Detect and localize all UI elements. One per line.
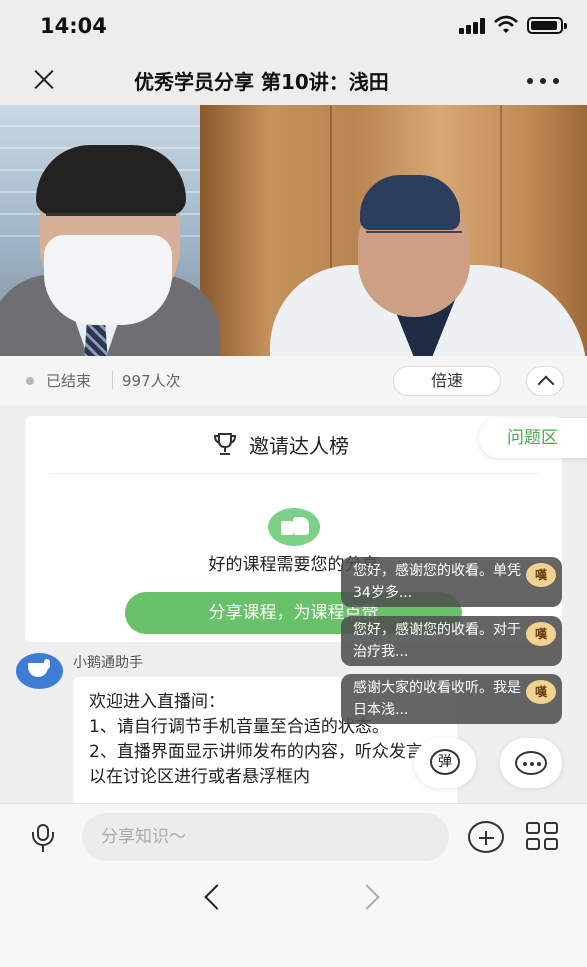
floating-comment-text: 您好，感谢您的收看。对于治疗我...: [353, 622, 521, 660]
floating-comment-text: 感谢大家的收看收听。我是日本浅...: [353, 680, 521, 718]
plus-icon[interactable]: [468, 821, 504, 853]
sender-name: 小鹅通助手: [73, 655, 143, 671]
collapse-button[interactable]: [526, 366, 564, 396]
assistant-avatar: [16, 653, 63, 689]
video-info-bar: 已结束 997人次 倍速: [0, 356, 587, 405]
video-player[interactable]: [0, 105, 587, 356]
wifi-icon: [494, 15, 518, 33]
nav-bar: 优秀学员分享 第10讲：浅田: [0, 54, 587, 105]
browser-nav-bar: [0, 868, 587, 967]
divider: [49, 473, 538, 474]
battery-icon: [527, 17, 567, 34]
divider: [112, 371, 113, 389]
danmu-toggle-button[interactable]: 弹: [414, 738, 476, 788]
forward-icon[interactable]: [354, 884, 380, 910]
commenter-avatar: 嘆: [526, 680, 556, 704]
status-dot-icon: [26, 377, 34, 385]
close-icon[interactable]: [28, 64, 60, 96]
more-icon[interactable]: [527, 76, 561, 86]
signal-icon: [459, 18, 487, 34]
invite-card-title: 邀请达人榜: [249, 434, 349, 458]
page-title: 优秀学员分享 第10讲：浅田: [134, 66, 464, 95]
message-input[interactable]: 分享知识～: [82, 813, 449, 861]
commenter-avatar: 嘆: [526, 622, 556, 646]
invite-card: 邀请达人榜 好的课程需要您的分享 分享课程，为课程点赞: [25, 416, 562, 642]
floating-comment[interactable]: 感谢大家的收看收听。我是日本浅... 嘆: [341, 674, 562, 724]
thumbs-up-icon: [268, 508, 320, 546]
commenter-avatar: 嘆: [526, 563, 556, 587]
input-bar: 分享知识～: [0, 803, 587, 868]
live-status: 已结束: [46, 372, 92, 390]
floating-comment[interactable]: 您好，感谢您的收看。单凭34岁多... 嘆: [341, 557, 562, 607]
chat-bubble-icon: [515, 751, 547, 775]
back-icon[interactable]: [204, 884, 230, 910]
mic-icon[interactable]: [31, 824, 55, 852]
viewer-count: 997人次: [122, 372, 181, 390]
status-bar: 14:04: [0, 0, 587, 54]
danmu-label: 弹: [430, 749, 460, 775]
chat-line: 2、直播界面显示讲师发布的内容，听众发言可以在讨论区进行或者悬浮框内: [89, 742, 440, 787]
grid-icon[interactable]: [526, 822, 560, 852]
speed-button[interactable]: 倍速: [393, 366, 501, 396]
floating-comment-text: 您好，感谢您的收看。单凭34岁多...: [353, 563, 521, 601]
trophy-icon: [213, 433, 237, 455]
discussion-area[interactable]: 邀请达人榜 好的课程需要您的分享 分享课程，为课程点赞 问题区 小鹅通助手 欢迎…: [0, 405, 587, 803]
qa-area-button[interactable]: 问题区: [479, 418, 587, 458]
floating-comment[interactable]: 您好，感谢您的收看。对于治疗我... 嘆: [341, 616, 562, 666]
comment-button[interactable]: [500, 738, 562, 788]
status-time: 14:04: [40, 14, 107, 38]
